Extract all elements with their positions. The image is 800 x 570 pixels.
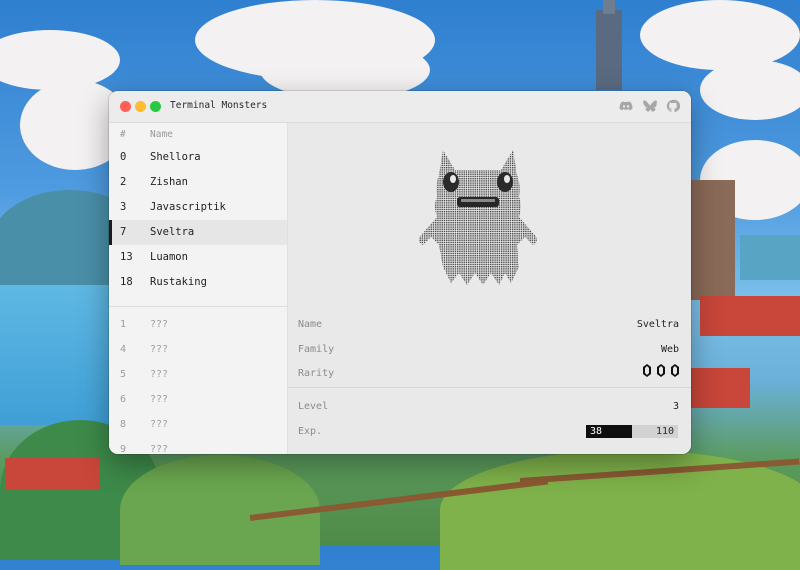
app-window: Terminal Monsters # Name 0 Shellora 2 Zi… [109, 91, 691, 454]
rarity-gem-icon [657, 364, 665, 377]
monster-number: 9 [120, 444, 127, 454]
list-item[interactable]: 0 Shellora [109, 145, 287, 170]
discord-icon[interactable] [619, 99, 633, 113]
bluesky-icon[interactable] [643, 99, 657, 113]
rarity-value [643, 364, 679, 378]
close-button[interactable] [120, 101, 131, 112]
monster-number: 1 [120, 319, 127, 330]
list-item-locked[interactable]: 4 ??? [109, 338, 287, 363]
exp-label: Exp. [298, 426, 323, 437]
monster-number: 3 [120, 201, 127, 213]
monster-name: ??? [150, 369, 169, 380]
monster-number: 6 [120, 394, 127, 405]
monster-detail-panel: Name Sveltra Family Web Rarity Level 3 E… [288, 123, 691, 454]
monster-number: 13 [120, 251, 133, 263]
detail-divider [288, 387, 691, 388]
window-title: Terminal Monsters [170, 100, 268, 111]
column-header-number: # [120, 129, 126, 140]
monster-name: ??? [150, 344, 169, 355]
exp-current: 38 [590, 426, 603, 437]
list-item-locked[interactable]: 6 ??? [109, 388, 287, 413]
monster-number: 7 [120, 226, 127, 238]
monster-number: 5 [120, 369, 127, 380]
monster-name: Javascriptik [150, 201, 226, 213]
monster-number: 0 [120, 151, 127, 163]
monster-name: ??? [150, 419, 169, 430]
list-item-locked[interactable]: 1 ??? [109, 313, 287, 338]
monster-name: ??? [150, 444, 169, 454]
monster-number: 2 [120, 176, 127, 188]
list-item[interactable]: 18 Rustaking [109, 270, 287, 295]
family-label: Family [298, 344, 335, 355]
list-item[interactable]: 3 Javascriptik [109, 195, 287, 220]
family-value: Web [660, 344, 679, 355]
zoom-button[interactable] [150, 101, 161, 112]
list-item[interactable]: 13 Luamon [109, 245, 287, 270]
monster-name: ??? [150, 319, 169, 330]
monster-name: Sveltra [150, 226, 195, 238]
rarity-label: Rarity [298, 368, 335, 379]
level-label: Level [298, 401, 329, 412]
minimize-button[interactable] [135, 101, 146, 112]
list-item-locked[interactable]: 8 ??? [109, 413, 287, 438]
name-value: Sveltra [636, 319, 679, 330]
list-divider [109, 306, 287, 307]
github-icon[interactable] [666, 99, 680, 113]
list-item[interactable]: 2 Zishan [109, 170, 287, 195]
monster-name: Zishan [150, 176, 188, 188]
exp-max: 110 [655, 426, 674, 437]
column-header-name: Name [150, 129, 173, 140]
list-item-selected[interactable]: 7 Sveltra [109, 220, 287, 245]
monster-number: 8 [120, 419, 127, 430]
monster-list: # Name 0 Shellora 2 Zishan 3 Javascripti… [109, 123, 288, 454]
name-label: Name [298, 319, 323, 330]
monster-name: Shellora [150, 151, 201, 163]
list-item-locked[interactable]: 5 ??? [109, 363, 287, 388]
exp-progress-bar: 38 110 [586, 425, 678, 438]
monster-number: 4 [120, 344, 127, 355]
rarity-gem-icon [643, 364, 651, 377]
rarity-gem-icon [671, 364, 679, 377]
monster-name: ??? [150, 394, 169, 405]
monster-name: Rustaking [150, 276, 207, 288]
monster-number: 18 [120, 276, 133, 288]
monster-name: Luamon [150, 251, 188, 263]
monster-ascii-art [419, 150, 537, 285]
level-value: 3 [672, 401, 679, 412]
list-item-locked[interactable]: 9 ??? [109, 438, 287, 454]
title-bar: Terminal Monsters [109, 91, 691, 123]
